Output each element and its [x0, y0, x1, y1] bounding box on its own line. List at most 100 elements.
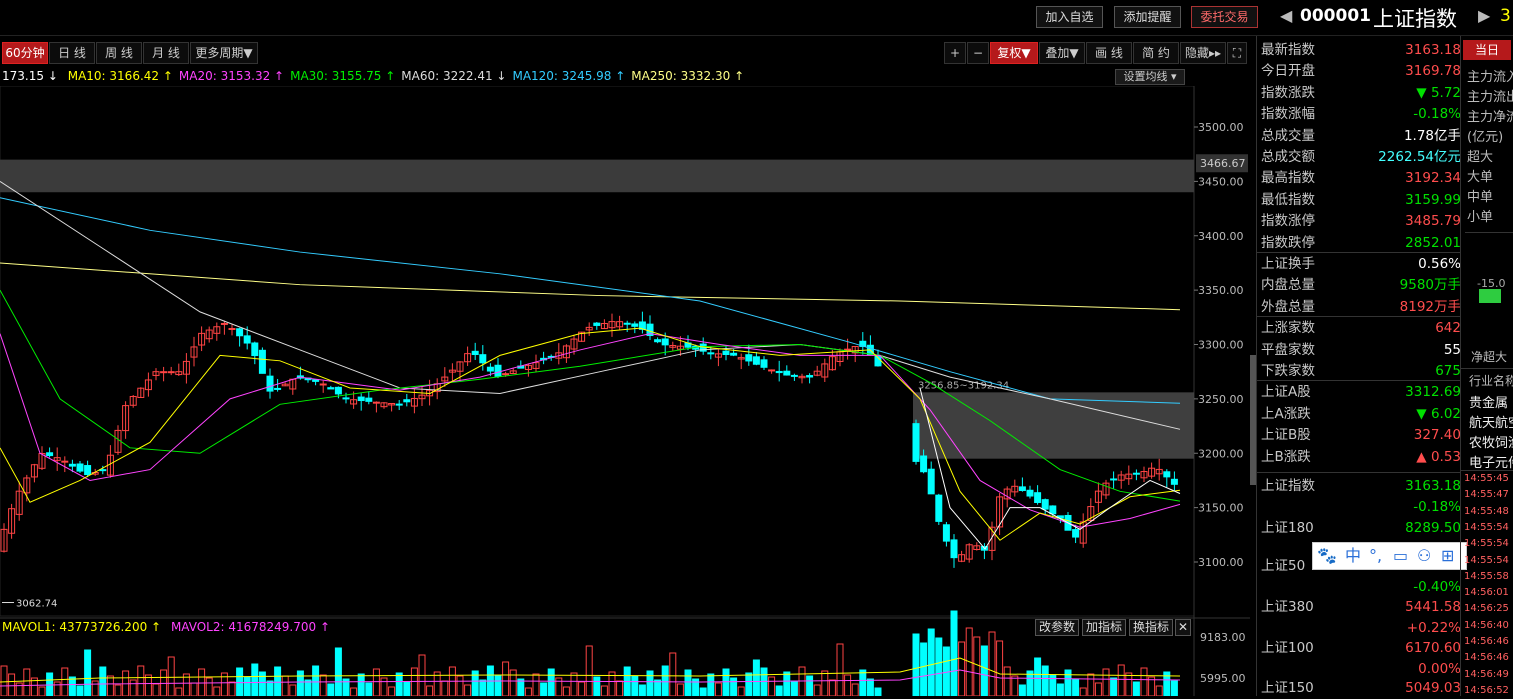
volume-bar	[502, 661, 510, 696]
change-params-button[interactable]: 改参数	[1035, 619, 1079, 636]
order-button[interactable]: 委托交易	[1191, 6, 1258, 28]
volume-bar	[851, 683, 859, 696]
industry-item[interactable]: 贵金属	[1469, 392, 1508, 411]
low-price-label: 3062.74	[16, 599, 57, 610]
zoom-out-button[interactable]: −	[967, 42, 989, 64]
add-alert-button[interactable]: 添加提醒	[1114, 6, 1181, 28]
volume-bar	[927, 628, 935, 696]
volume-bar	[23, 668, 31, 696]
volume-bar	[532, 673, 540, 696]
add-indicator-button[interactable]: 加指标	[1082, 619, 1126, 636]
candle	[1132, 472, 1140, 475]
ime-toolbar[interactable]: 🐾 中 °, ▭ ⚇ ⊞	[1312, 542, 1467, 570]
ma-legend: 173.15 ↓ MA10: 3166.42 ↑ MA20: 3153.32 ↑ M…	[2, 69, 745, 83]
candle	[593, 322, 601, 326]
prev-stock-icon[interactable]: ◀	[1280, 6, 1292, 25]
kline-chart[interactable]: 3466.67 3256.85~3192.34 3500.00 3450.00 3400…	[0, 86, 1250, 696]
volume-bar	[562, 686, 570, 696]
fund-flow-row: 超大	[1467, 150, 1494, 165]
close-indicator-icon[interactable]: ✕	[1175, 619, 1191, 636]
index-row[interactable]: -0.40%	[1257, 577, 1465, 598]
trade-time: 14:56:46	[1464, 652, 1509, 664]
candle	[942, 524, 950, 542]
quote-label: 下跌家数	[1261, 363, 1315, 379]
highlight-band	[0, 159, 1194, 193]
index-row[interactable]: -0.18%	[1257, 497, 1465, 518]
candle	[950, 539, 958, 559]
candle	[486, 366, 494, 372]
overlay-button[interactable]: 叠加▼	[1039, 42, 1085, 64]
volume-bar	[1132, 681, 1140, 696]
index-row[interactable]: +0.22%	[1257, 618, 1465, 639]
industry-header: 行业名称	[1469, 374, 1513, 388]
industry-item[interactable]: 航天航空	[1469, 412, 1513, 431]
volume-bar	[312, 665, 320, 696]
tab-today[interactable]: 当日	[1463, 40, 1511, 60]
candle	[327, 387, 335, 390]
tab-month[interactable]: 月 线	[143, 42, 189, 64]
volume-bar	[1003, 666, 1011, 696]
volume-bar	[973, 636, 981, 696]
ime-button[interactable]: ⚇	[1417, 543, 1431, 569]
ime-button[interactable]: °,	[1369, 543, 1382, 569]
add-watchlist-button[interactable]: 加入自选	[1036, 6, 1103, 28]
trade-time: 14:55:58	[1464, 570, 1509, 582]
switch-indicator-button[interactable]: 换指标	[1129, 619, 1173, 636]
volume-bar	[806, 675, 814, 696]
quote-row: 上证换手 0.56%	[1257, 254, 1465, 275]
fund-flow-row: 小单	[1467, 210, 1494, 225]
trade-time: 14:56:25	[1464, 603, 1509, 615]
volume-bar	[631, 675, 639, 696]
candle	[61, 460, 69, 463]
index-row[interactable]: 上证380 5441.58	[1257, 597, 1465, 618]
draw-line-button[interactable]: 画 线	[1086, 42, 1132, 64]
ime-button[interactable]: 中	[1345, 543, 1361, 569]
tab-60min[interactable]: 60分钟	[2, 42, 48, 64]
volume-bar	[555, 677, 563, 696]
volume-bar	[365, 682, 373, 696]
candle	[1018, 486, 1026, 492]
volume-bar	[1102, 668, 1110, 696]
price-tick: 3500.00	[1198, 121, 1244, 134]
industry-item[interactable]: 农牧饲渔	[1469, 432, 1513, 451]
quote-label: 上涨家数	[1261, 320, 1315, 337]
candle	[243, 335, 251, 344]
next-stock-icon[interactable]: ▶	[1478, 6, 1490, 25]
industry-item[interactable]: 电子元件	[1469, 452, 1513, 471]
volume-bar	[661, 665, 669, 696]
index-row[interactable]: 上证100 6170.60	[1257, 638, 1465, 659]
simple-button[interactable]: 简 约	[1133, 42, 1179, 64]
quote-row: 最高指数 3192.34	[1257, 168, 1465, 189]
candle	[167, 371, 175, 374]
index-value: -0.18%	[1413, 499, 1461, 515]
volume-bar	[616, 680, 624, 696]
index-row[interactable]: 上证180 8289.50	[1257, 518, 1465, 539]
ma-legend-item: MA10: 3166.42	[67, 69, 160, 83]
set-ma-button[interactable]: 设置均线 ▾	[1115, 69, 1185, 85]
volume-bar	[593, 676, 601, 696]
quote-value: 9580万手	[1399, 277, 1461, 294]
volume-bar	[84, 649, 92, 696]
ime-button[interactable]: ▭	[1393, 543, 1408, 569]
tab-week[interactable]: 周 线	[96, 42, 142, 64]
ma-legend-item: MA30: 3155.75	[290, 69, 382, 83]
adjust-button[interactable]: 复权▼	[990, 42, 1038, 64]
ma-legend-item: MA60: 3222.41	[401, 69, 493, 83]
volume-bar	[912, 633, 920, 696]
paw-icon[interactable]: 🐾	[1317, 543, 1337, 569]
period-toolbar: 60分钟 日 线 周 线 月 线 更多周期▼ + − 复权▼ 叠加▼ 画 线 简…	[0, 42, 1250, 66]
candle	[760, 359, 768, 368]
tab-more-periods[interactable]: 更多周期▼	[190, 42, 258, 64]
zoom-in-button[interactable]: +	[944, 42, 966, 64]
volume-bar	[874, 687, 882, 696]
candle	[844, 348, 852, 351]
hide-button[interactable]: 隐藏▸▸	[1180, 42, 1226, 64]
tab-day[interactable]: 日 线	[49, 42, 95, 64]
quote-value: 2852.01	[1405, 234, 1461, 251]
index-row[interactable]: 上证指数 3163.18	[1257, 476, 1465, 497]
ime-button[interactable]: ⊞	[1441, 543, 1454, 569]
index-row[interactable]: 0.00%	[1257, 659, 1465, 680]
candle	[783, 370, 791, 376]
quote-row: 上证B股 327.40	[1257, 425, 1465, 446]
fullscreen-icon[interactable]: ⛶	[1227, 42, 1247, 64]
